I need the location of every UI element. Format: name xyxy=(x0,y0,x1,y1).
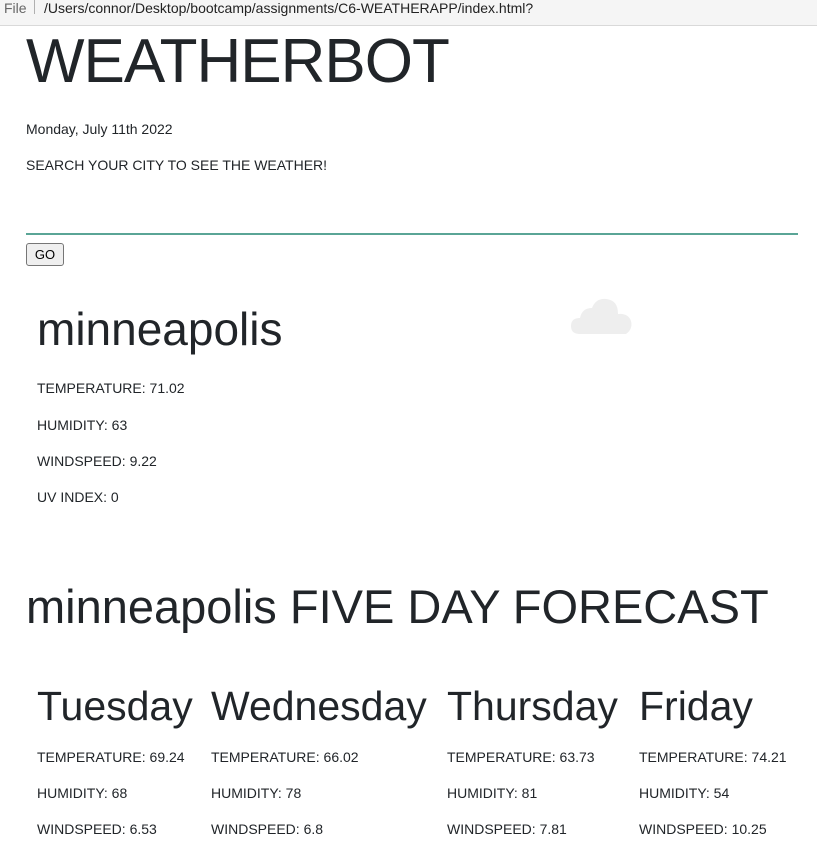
file-label: File xyxy=(4,0,27,16)
address-bar[interactable]: File /Users/connor/Desktop/bootcamp/assi… xyxy=(0,0,817,26)
forecast-temperature: TEMPERATURE: 74.21 xyxy=(639,749,787,765)
current-humidity: HUMIDITY: 63 xyxy=(37,417,128,433)
address-separator xyxy=(34,0,35,14)
forecast-day-name: Thursday xyxy=(447,683,618,729)
forecast-day-card: Friday TEMPERATURE: 74.21 HUMIDITY: 54 W… xyxy=(639,678,787,837)
url-text[interactable]: /Users/connor/Desktop/bootcamp/assignmen… xyxy=(44,0,533,16)
forecast-day-card: Wednesday TEMPERATURE: 66.02 HUMIDITY: 7… xyxy=(211,678,427,837)
forecast-temperature: TEMPERATURE: 66.02 xyxy=(211,749,359,765)
app-title: WEATHERBOT xyxy=(26,27,450,96)
forecast-day-name: Friday xyxy=(639,683,753,729)
current-temperature: TEMPERATURE: 71.02 xyxy=(37,380,185,396)
forecast-day-card: Thursday TEMPERATURE: 63.73 HUMIDITY: 81… xyxy=(447,678,618,837)
city-search-input[interactable] xyxy=(26,204,798,235)
forecast-windspeed: WINDSPEED: 6.53 xyxy=(37,821,157,837)
forecast-temperature: TEMPERATURE: 63.73 xyxy=(447,749,595,765)
forecast-day-name: Wednesday xyxy=(211,683,427,729)
forecast-windspeed: WINDSPEED: 7.81 xyxy=(447,821,567,837)
forecast-title: minneapolis FIVE DAY FORECAST xyxy=(26,580,769,633)
forecast-humidity: HUMIDITY: 54 xyxy=(639,785,730,801)
cloud-icon xyxy=(571,298,632,334)
search-prompt: SEARCH YOUR CITY TO SEE THE WEATHER! xyxy=(26,157,328,173)
forecast-windspeed: WINDSPEED: 6.8 xyxy=(211,821,324,837)
forecast-day-card: Tuesday TEMPERATURE: 69.24 HUMIDITY: 68 … xyxy=(37,678,193,837)
forecast-day-name: Tuesday xyxy=(37,683,193,729)
forecast-humidity: HUMIDITY: 81 xyxy=(447,785,538,801)
current-uv-index: UV INDEX: 0 xyxy=(37,489,119,505)
current-windspeed: WINDSPEED: 9.22 xyxy=(37,453,157,469)
go-button[interactable]: GO xyxy=(26,243,64,266)
current-date: Monday, July 11th 2022 xyxy=(26,121,173,137)
forecast-humidity: HUMIDITY: 78 xyxy=(211,785,302,801)
current-city-name: minneapolis xyxy=(37,303,283,355)
forecast-windspeed: WINDSPEED: 10.25 xyxy=(639,821,767,837)
forecast-humidity: HUMIDITY: 68 xyxy=(37,785,128,801)
forecast-temperature: TEMPERATURE: 69.24 xyxy=(37,749,185,765)
